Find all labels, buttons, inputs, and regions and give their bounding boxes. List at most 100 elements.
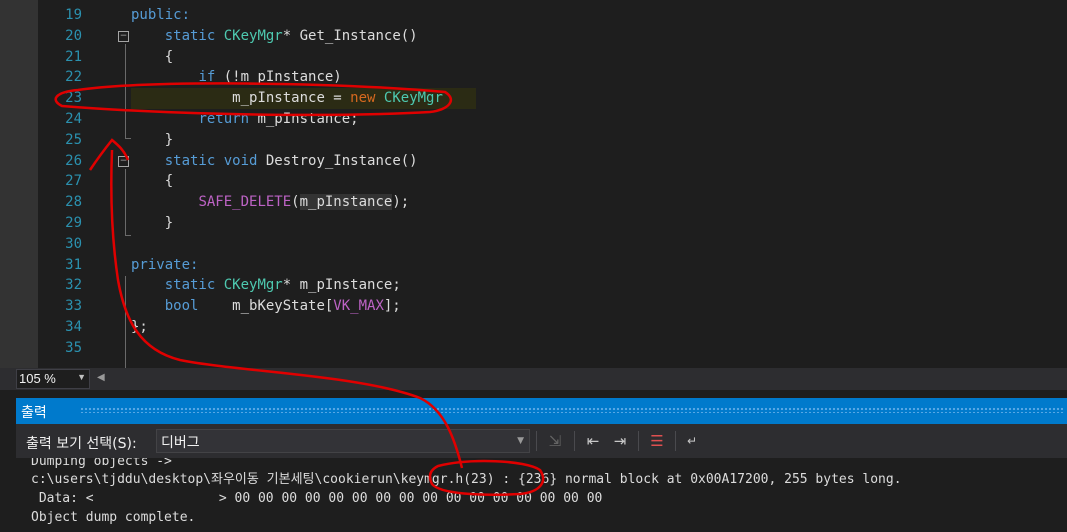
keyword: void — [223, 152, 258, 169]
output-text-area[interactable]: Dumping objects -> c:\users\tjddu\deskto… — [16, 458, 1067, 532]
output-source-value: 디버그 — [161, 435, 200, 451]
keyword: public: — [131, 7, 191, 23]
output-line: Dumping objects -> — [31, 458, 172, 469]
code-line: bool m_bKeyState[VK_MAX]; — [131, 296, 443, 317]
type-name: CKeyMgr — [383, 90, 443, 107]
line-number: 31 — [65, 256, 82, 273]
code-line: { — [131, 47, 443, 68]
code-token: Destroy_Instance() — [257, 152, 418, 169]
code-token: m_pInstance — [299, 194, 393, 211]
outline-guide — [125, 44, 126, 138]
line-number: 28 — [65, 194, 82, 211]
outline-guide — [125, 169, 126, 235]
code-token: m_bKeyState[ — [198, 298, 334, 315]
toolbar-separator — [675, 431, 676, 451]
chevron-down-icon: ▼ — [517, 436, 524, 446]
code-token: { — [164, 173, 174, 190]
zoom-dropdown[interactable]: 105 % ▼ — [16, 369, 90, 389]
code-line: { — [131, 171, 443, 192]
code-line: static void Destroy_Instance() — [131, 151, 443, 172]
keyword: new — [350, 90, 376, 107]
code-token: }; — [131, 318, 148, 335]
code-token: * Get_Instance() — [282, 27, 418, 44]
find-message-icon[interactable]: ⇲ — [544, 430, 566, 452]
output-line: Object dump complete. — [31, 510, 196, 525]
code-line: } — [131, 130, 443, 151]
line-number: 22 — [65, 69, 82, 86]
code-editor[interactable]: 19 20 21 22 23 24 25 26 27 28 29 30 31 3… — [0, 0, 1067, 368]
chevron-down-icon: ▼ — [77, 372, 86, 382]
code-token: ( — [291, 194, 300, 211]
line-number: 19 — [65, 7, 82, 23]
code-line: if (!m_pInstance) — [131, 67, 443, 88]
fold-minus-icon[interactable]: − — [118, 156, 129, 167]
code-token: } — [164, 214, 174, 231]
enum-name: VK_MAX — [333, 298, 384, 315]
output-line: c:\users\tjddu\desktop\좌우이동 기본세팅\cookier… — [31, 472, 902, 487]
toolbar-separator — [638, 431, 639, 451]
line-number: 20 — [65, 27, 82, 44]
code-token: } — [164, 131, 174, 148]
word-wrap-icon[interactable]: ↵ — [681, 430, 703, 452]
toolbar-separator — [574, 431, 575, 451]
go-to-next-message-icon[interactable]: ⇥ — [609, 430, 631, 452]
go-to-previous-message-icon[interactable]: ⇤ — [582, 430, 604, 452]
line-number: 25 — [65, 131, 82, 148]
code-line: public: — [131, 5, 443, 26]
keyword: bool — [164, 298, 199, 315]
code-token: m_pInstance = — [232, 90, 351, 107]
fold-minus-icon[interactable]: − — [118, 31, 129, 42]
line-number: 32 — [65, 277, 82, 294]
code-text[interactable]: public: static CKeyMgr* Get_Instance() {… — [131, 5, 476, 359]
keyword: if — [198, 69, 216, 86]
code-token: * m_pInstance; — [282, 277, 401, 294]
editor-status-bar: 105 % ▼ ◀ — [0, 368, 1067, 390]
code-line: }; — [131, 317, 443, 338]
code-token: { — [164, 48, 174, 65]
output-panel-title-bar[interactable]: 출력 — [16, 398, 1067, 424]
output-panel-title: 출력 — [21, 405, 47, 421]
code-line: return m_pInstance; — [131, 109, 443, 130]
scroll-left-icon[interactable]: ◀ — [97, 372, 105, 383]
line-number: 29 — [65, 215, 82, 231]
editor-margin — [0, 0, 38, 368]
clear-all-icon[interactable]: ☰ — [646, 430, 668, 452]
keyword: return — [198, 110, 250, 127]
macro-name: SAFE_DELETE — [198, 194, 292, 211]
keyword: static — [164, 152, 216, 169]
code-token: m_pInstance; — [249, 110, 359, 127]
line-number: 23 — [65, 90, 82, 107]
output-line: Data: < > 00 00 00 00 00 00 00 00 00 00 … — [31, 491, 603, 506]
code-token: ]; — [383, 298, 401, 315]
line-number-gutter: 19 20 21 22 23 24 25 26 27 28 29 30 31 3… — [38, 0, 129, 368]
line-number: 34 — [65, 319, 82, 335]
type-name: CKeyMgr — [223, 277, 283, 294]
line-number: 21 — [65, 48, 82, 65]
keyword: static — [164, 277, 216, 294]
code-line-current: m_pInstance = new CKeyMgr — [131, 88, 476, 109]
code-token: (!m_pInstance) — [215, 69, 342, 86]
zoom-level: 105 % — [19, 371, 56, 386]
line-number: 26 — [65, 152, 82, 169]
code-line: } — [131, 213, 443, 234]
output-source-select[interactable]: 디버그 ▼ — [156, 429, 530, 453]
output-toolbar: 출력 보기 선택(S): 디버그 ▼ ⇲ ⇤ ⇥ ☰ ↵ — [16, 424, 1067, 458]
line-number: 33 — [65, 298, 82, 315]
line-number: 27 — [65, 173, 82, 190]
code-line: static CKeyMgr* Get_Instance() — [131, 26, 443, 47]
type-name: CKeyMgr — [223, 27, 283, 44]
drag-grip[interactable] — [80, 407, 1063, 413]
outline-guide — [125, 276, 126, 368]
line-number: 24 — [65, 111, 82, 127]
code-line: private: — [131, 255, 443, 276]
code-line: SAFE_DELETE(m_pInstance); — [131, 192, 443, 213]
output-source-label: 출력 보기 선택(S): — [26, 436, 137, 452]
code-token: ); — [392, 194, 410, 211]
keyword: static — [164, 27, 216, 44]
code-line: static CKeyMgr* m_pInstance; — [131, 275, 443, 296]
line-number: 35 — [65, 339, 82, 356]
toolbar-separator — [536, 431, 537, 451]
keyword: private: — [131, 256, 199, 273]
